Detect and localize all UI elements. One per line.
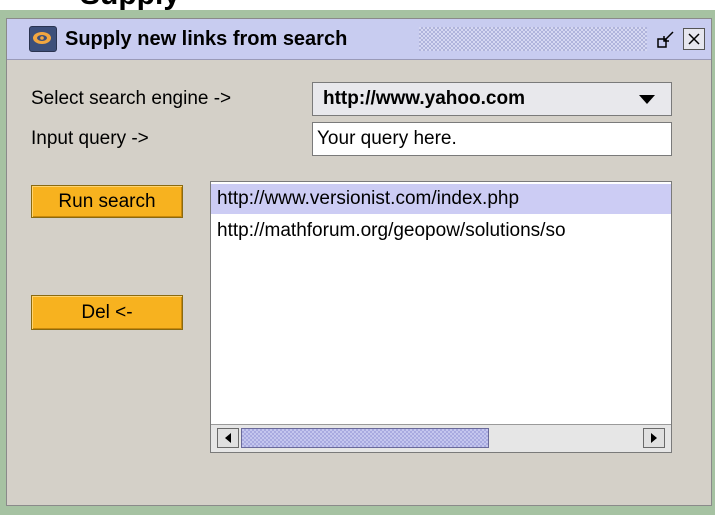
close-icon[interactable]	[683, 28, 705, 50]
horizontal-scrollbar[interactable]	[211, 424, 671, 452]
scrollbar-thumb[interactable]	[241, 428, 489, 448]
results-list[interactable]: http://www.versionist.com/index.php http…	[210, 181, 672, 453]
list-item[interactable]: http://www.versionist.com/index.php	[211, 184, 671, 214]
list-item[interactable]: http://mathforum.org/geopow/solutions/so	[211, 216, 671, 246]
window-title: Supply new links from search	[65, 28, 348, 50]
search-engine-select[interactable]: http://www.yahoo.com	[312, 82, 672, 116]
run-search-button[interactable]: Run search	[31, 185, 183, 218]
title-drag-grip[interactable]	[419, 27, 647, 51]
minimize-icon[interactable]	[655, 28, 677, 50]
query-label: Input query ->	[31, 128, 149, 149]
app-logo-icon	[29, 26, 57, 52]
search-engine-value: http://www.yahoo.com	[323, 88, 525, 109]
delete-button[interactable]: Del <-	[31, 295, 183, 330]
title-bar[interactable]: Supply new links from search	[7, 19, 711, 60]
engine-label: Select search engine ->	[31, 88, 232, 109]
query-input[interactable]	[312, 122, 672, 156]
arrow-right-icon[interactable]	[643, 428, 665, 448]
chevron-down-icon[interactable]	[639, 95, 655, 104]
search-links-dialog: Supply new links from search Select sear…	[6, 18, 712, 506]
arrow-left-icon[interactable]	[217, 428, 239, 448]
